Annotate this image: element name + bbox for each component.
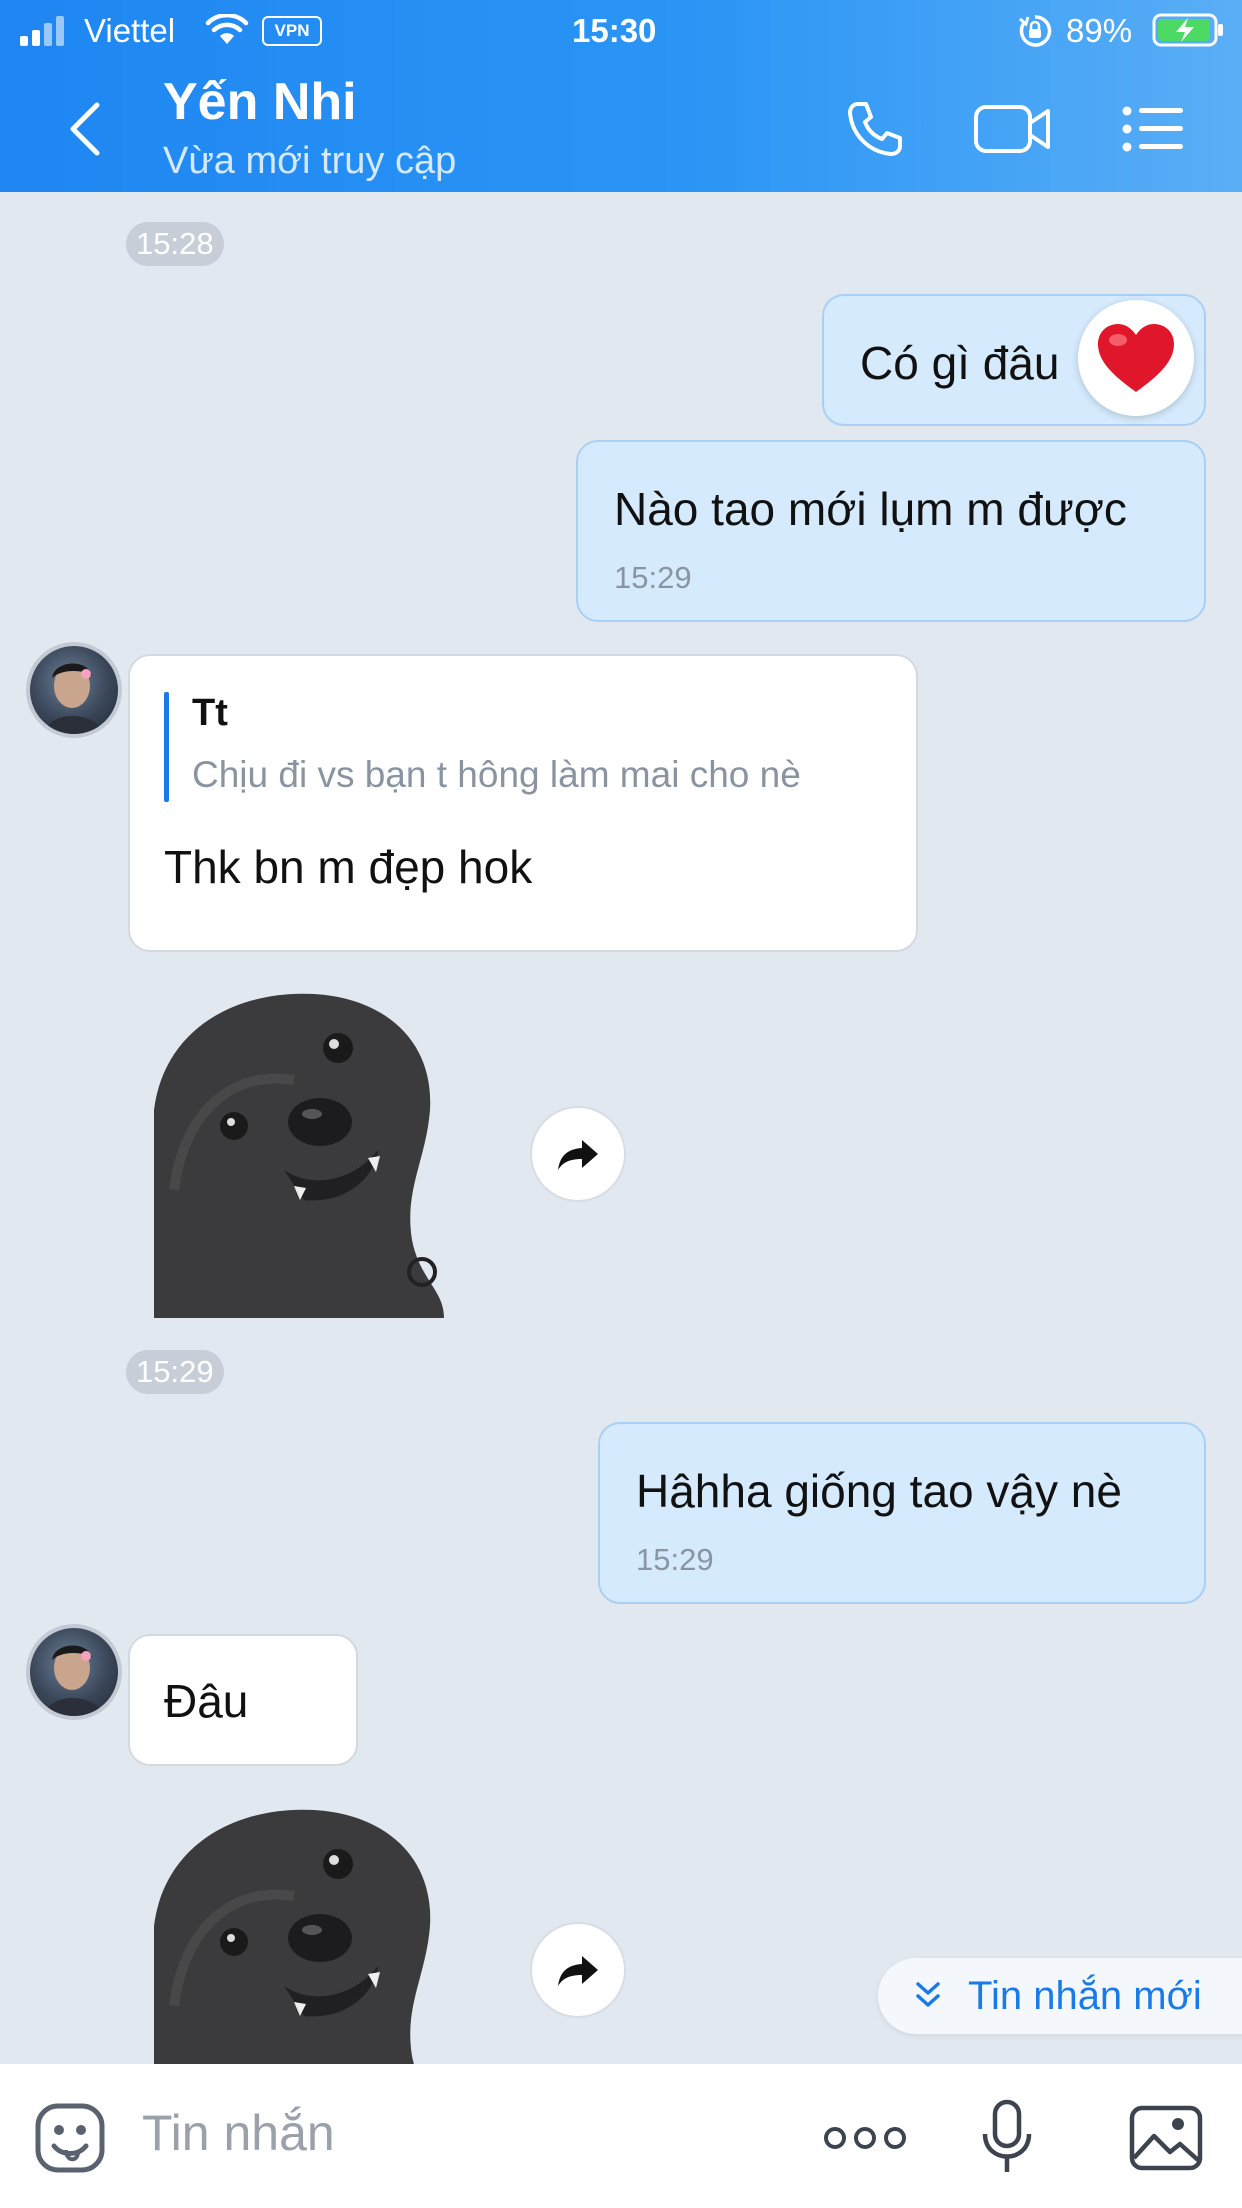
outgoing-message[interactable]: Nào tao mới lụm m được 15:29	[576, 440, 1206, 622]
share-arrow-icon	[558, 1140, 598, 1170]
vpn-badge: VPN	[262, 16, 322, 46]
photo-button[interactable]	[1124, 2100, 1208, 2176]
list-menu-icon	[1122, 106, 1183, 152]
emoji-sticker-icon	[35, 2103, 105, 2173]
heart-icon	[1098, 324, 1174, 392]
quote-author: Tt	[192, 692, 228, 734]
message-text: Nào tao mới lụm m được	[614, 483, 1127, 535]
chat-header: Viettel VPN 15:30 89% Yến Nhi Vừa mới tr…	[0, 0, 1242, 192]
contact-name[interactable]: Yến Nhi	[163, 72, 357, 132]
battery-percent: 89%	[1066, 12, 1133, 49]
voice-call-button[interactable]	[838, 92, 912, 166]
incoming-message[interactable]: Đâu	[128, 1634, 358, 1766]
back-button[interactable]	[50, 96, 120, 162]
forward-button[interactable]	[530, 1106, 626, 1202]
share-arrow-icon	[558, 1956, 598, 1986]
message-text: Hâhha giống tao vậy nè	[636, 1465, 1122, 1517]
chevron-left-icon	[70, 102, 100, 156]
avatar[interactable]	[26, 1624, 122, 1720]
message-text: Có gì đâu	[860, 337, 1060, 389]
message-time: 15:29	[636, 1542, 714, 1577]
message-text: Đâu	[164, 1675, 249, 1727]
message-input[interactable]: Tin nhắn	[142, 2104, 335, 2162]
dog-sticker[interactable]	[154, 1806, 450, 2064]
wifi-icon	[205, 12, 249, 51]
sticker-button[interactable]	[30, 2098, 110, 2178]
image-gallery-icon	[1129, 2105, 1203, 2171]
avatar-photo-icon	[44, 663, 104, 734]
voice-record-button[interactable]	[970, 2096, 1044, 2180]
timestamp-divider: 15:28	[126, 222, 224, 266]
avatar[interactable]	[26, 642, 122, 738]
orientation-lock-icon	[1018, 14, 1052, 53]
dog-sticker-icon	[154, 993, 444, 1318]
menu-button[interactable]	[1118, 92, 1188, 166]
video-camera-icon	[974, 105, 1050, 153]
carrier-label: Viettel	[84, 12, 176, 49]
avatar-photo-icon	[44, 1645, 104, 1716]
new-messages-label: Tin nhắn mới	[968, 1973, 1202, 2018]
double-chevron-down-icon	[916, 1982, 940, 2007]
quote-bar	[164, 692, 169, 802]
heart-reaction[interactable]	[1078, 300, 1194, 416]
contact-status: Vừa mới truy cập	[163, 140, 457, 182]
video-call-button[interactable]	[970, 92, 1054, 166]
outgoing-message[interactable]: Hâhha giống tao vậy nè 15:29	[598, 1422, 1206, 1604]
forward-button[interactable]	[530, 1922, 626, 2018]
signal-icon	[20, 14, 72, 51]
status-time: 15:30	[572, 12, 657, 49]
quote-text: Chịu đi vs bạn t hông làm mai cho nè	[192, 754, 801, 795]
composer-bar: Tin nhắn	[0, 2064, 1242, 2208]
phone-icon	[848, 102, 902, 156]
dog-sticker[interactable]	[154, 990, 450, 1318]
timestamp-divider: 15:29	[126, 1350, 224, 1394]
more-button[interactable]	[820, 2108, 910, 2168]
incoming-message[interactable]: Tt Chịu đi vs bạn t hông làm mai cho nè …	[128, 654, 918, 952]
battery-icon	[1152, 12, 1226, 53]
message-text: Thk bn m đẹp hok	[164, 841, 533, 893]
microphone-icon	[982, 2099, 1032, 2172]
more-dots-icon	[824, 2127, 906, 2149]
message-time: 15:29	[614, 560, 692, 595]
dog-sticker-icon	[154, 1809, 431, 2064]
new-messages-button[interactable]: Tin nhắn mới	[878, 1958, 1242, 2034]
